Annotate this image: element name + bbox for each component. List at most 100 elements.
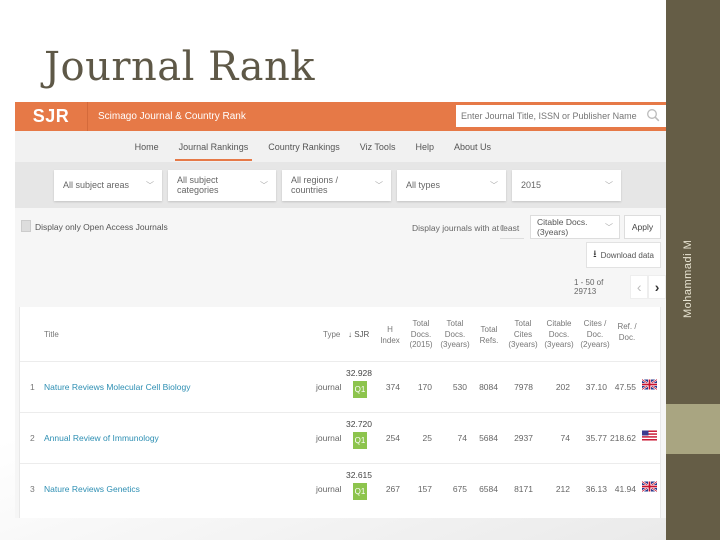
uk-flag-icon xyxy=(642,480,657,493)
col-type[interactable]: Type xyxy=(323,330,340,341)
total-refs: 8084 xyxy=(479,382,498,392)
author-label: Mohammadi M xyxy=(682,239,694,318)
rankings-table: Title Type ↓ SJR H Index Total Docs. (20… xyxy=(19,307,661,518)
download-icon: ⭳ xyxy=(593,248,597,260)
nav-viz-tools[interactable]: Viz Tools xyxy=(350,131,406,162)
region-select[interactable]: All regions / countries ﹀ xyxy=(282,169,391,201)
ref-per-doc: 47.55 xyxy=(614,382,636,392)
header-line: Docs. xyxy=(548,329,570,339)
nav-label: Journal Rankings xyxy=(178,141,249,152)
total-docs-2015: 25 xyxy=(422,433,432,443)
header-line: Doc. xyxy=(618,332,636,342)
sjr-value: 32.928 xyxy=(346,368,372,378)
table-row[interactable]: 1 Nature Reviews Molecular Cell Biology … xyxy=(20,362,660,413)
chevron-down-icon: ﹀ xyxy=(146,180,154,190)
header-line: (3years) xyxy=(440,340,470,349)
quartile-badge: Q1 xyxy=(353,432,367,449)
total-cites-3y: 7978 xyxy=(514,382,533,392)
citable-docs-3y: 202 xyxy=(555,382,570,392)
h-index: 254 xyxy=(385,433,400,443)
col-h-index[interactable]: H Index xyxy=(378,325,402,346)
download-data-button[interactable]: ⭳ Download data xyxy=(586,242,661,268)
select-value: All subject categories xyxy=(177,175,219,195)
col-cites-per-doc-2y[interactable]: Cites / Doc. (2years) xyxy=(577,319,613,351)
rank: 1 xyxy=(30,382,35,392)
col-total-cites-3y[interactable]: Total Cites (3years) xyxy=(505,319,541,351)
uk-flag-icon xyxy=(642,378,657,391)
nav-journal-rankings[interactable]: Journal Rankings xyxy=(169,131,259,162)
search-icon[interactable] xyxy=(646,108,660,122)
sjr-logo[interactable]: SJR xyxy=(15,102,88,131)
ref-per-doc: 218.62 xyxy=(610,433,636,443)
table-row[interactable]: 3 Nature Reviews Genetics journal 32.615… xyxy=(20,464,660,515)
search-input[interactable] xyxy=(461,111,641,121)
header-line: Docs. xyxy=(410,329,432,339)
header-line: Total xyxy=(480,325,498,334)
nav-label: Home xyxy=(134,141,159,152)
journal-type: journal xyxy=(316,382,342,392)
nav-label: Country Rankings xyxy=(268,141,340,152)
col-total-docs-2015[interactable]: Total Docs. (2015) xyxy=(406,319,436,351)
quartile-badge: Q1 xyxy=(353,381,367,398)
year-select[interactable]: 2015 ﹀ xyxy=(512,169,621,201)
chevron-down-icon: ﹀ xyxy=(490,180,498,190)
citable-docs-3y: 212 xyxy=(555,484,570,494)
total-cites-3y: 2937 xyxy=(514,433,533,443)
header-line: Cites xyxy=(513,329,533,339)
select-value: All types xyxy=(406,180,441,190)
ref-per-doc: 41.94 xyxy=(614,484,636,494)
h-index: 267 xyxy=(385,484,400,494)
sjr-screenshot: SJR Scimago Journal & Country Rank Home … xyxy=(15,102,666,518)
slide-title: Journal Rank xyxy=(44,44,315,90)
journal-type: journal xyxy=(316,433,342,443)
journal-title-link[interactable]: Annual Review of Immunology xyxy=(44,433,159,443)
slide-side-bar: Mohammadi M xyxy=(666,0,720,540)
col-ref-per-doc[interactable]: Ref. / Doc. xyxy=(614,322,640,343)
sjr-value: 32.615 xyxy=(346,470,372,480)
site-name[interactable]: Scimago Journal & Country Rank xyxy=(98,111,246,122)
col-sjr[interactable]: ↓ SJR xyxy=(348,330,369,341)
select-value: 2015 xyxy=(521,180,542,190)
cites-per-doc-2y: 36.13 xyxy=(585,484,607,494)
header-line: Total xyxy=(514,319,532,328)
header-line: Refs. xyxy=(479,335,499,345)
quartile-badge: Q1 xyxy=(353,483,367,500)
header-line: Total xyxy=(446,319,464,328)
nav-help[interactable]: Help xyxy=(405,131,444,162)
total-docs-2015: 170 xyxy=(417,382,432,392)
open-access-checkbox[interactable] xyxy=(21,220,31,232)
options-row: Display only Open Access Journals Displa… xyxy=(15,208,666,246)
header-line: (2015) xyxy=(409,340,433,349)
subject-area-select[interactable]: All subject areas ﹀ xyxy=(54,169,162,201)
cites-per-doc-2y: 35.77 xyxy=(585,433,607,443)
col-citable-docs-3y[interactable]: Citable Docs. (3years) xyxy=(541,319,577,351)
col-title[interactable]: Title xyxy=(44,330,59,341)
journal-title-link[interactable]: Nature Reviews Molecular Cell Biology xyxy=(44,382,190,392)
col-total-docs-3y[interactable]: Total Docs. (3years) xyxy=(437,319,473,351)
chevron-down-icon: ﹀ xyxy=(260,180,268,190)
apply-button[interactable]: Apply xyxy=(624,215,661,239)
nav-about-us[interactable]: About Us xyxy=(444,131,501,162)
subject-category-select[interactable]: All subject categories ﹀ xyxy=(168,169,276,201)
total-docs-3y: 530 xyxy=(452,382,467,392)
next-page-button[interactable]: › xyxy=(648,275,666,299)
total-refs: 6584 xyxy=(479,484,498,494)
chevron-down-icon: ﹀ xyxy=(375,180,383,190)
min-docs-input[interactable] xyxy=(500,217,524,239)
table-row[interactable]: 2 Annual Review of Immunology journal 32… xyxy=(20,413,660,464)
nav-country-rankings[interactable]: Country Rankings xyxy=(258,131,350,162)
col-total-refs[interactable]: Total Refs. xyxy=(476,325,502,346)
rank: 3 xyxy=(30,484,35,494)
h-index: 374 xyxy=(385,382,400,392)
main-nav: Home Journal Rankings Country Rankings V… xyxy=(15,131,666,162)
journal-title-link[interactable]: Nature Reviews Genetics xyxy=(44,484,140,494)
prev-page-button[interactable]: ‹ xyxy=(630,275,649,299)
type-select[interactable]: All types ﹀ xyxy=(397,169,506,201)
nav-label: Viz Tools xyxy=(359,141,396,152)
open-access-label: Display only Open Access Journals xyxy=(35,222,168,232)
min-metric-select[interactable]: Citable Docs. (3years) ﹀ xyxy=(530,215,620,239)
total-docs-3y: 74 xyxy=(457,433,467,443)
nav-home[interactable]: Home xyxy=(125,131,169,162)
sjr-value: 32.720 xyxy=(346,419,372,429)
filter-bar: All subject areas ﹀ All subject categorie… xyxy=(15,162,666,208)
